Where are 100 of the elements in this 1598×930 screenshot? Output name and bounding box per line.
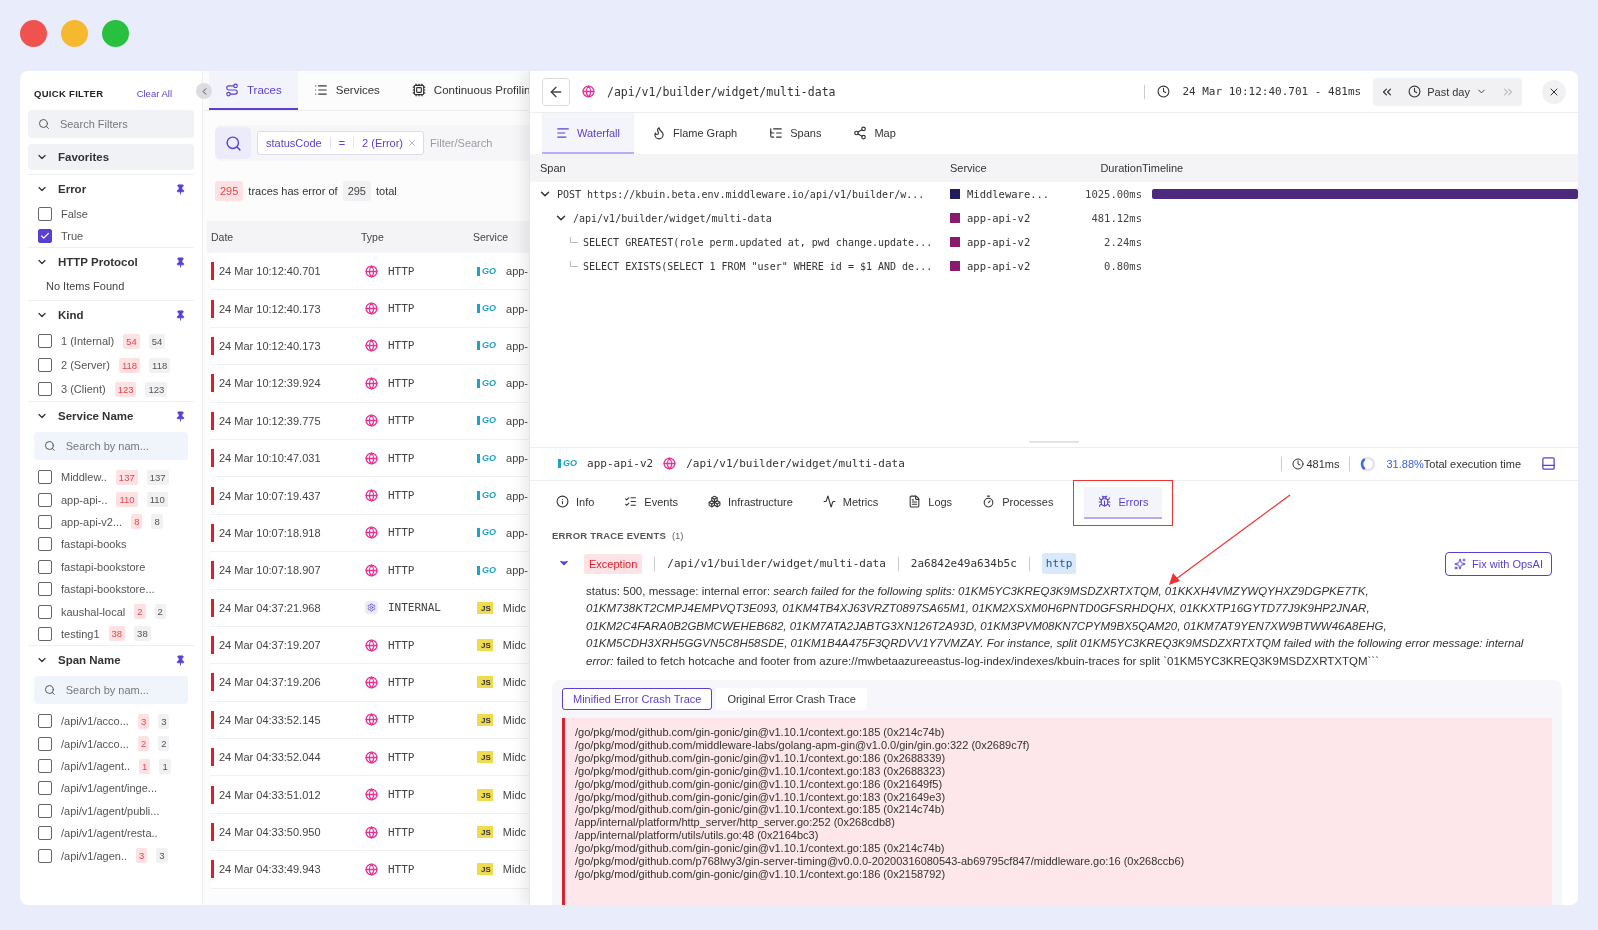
table-cell: HTTP <box>388 563 415 577</box>
checkbox[interactable] <box>38 382 52 396</box>
checkbox[interactable] <box>38 537 52 552</box>
tab[interactable]: Minified Error Crash Trace <box>562 688 713 710</box>
close-window-button[interactable] <box>20 20 47 47</box>
traces-icon <box>225 82 239 97</box>
checkbox[interactable] <box>38 604 52 619</box>
table-cell: Midc <box>502 676 527 689</box>
service-logo: GO <box>477 416 496 426</box>
error-message: status: 500, message: internal error: search failed for the following splits: 01KM5YC3KREQ3K9MSDZXRTXTQM, 01KKXH4VMZYWQYHXZ9DGPKE7TK, 01KM738KT2CMPJ4EMPVQT3E093, 01KM4TB4XJ63VRZT0897SA65M1, 01KM2XSXM0H6PNTD0GFSRHDQHX, 01KKXTP16GYTD77J9K9HP2JNAR, 01KM2C4FARA0B2GBMCWEHEB682, 01KM7ATA2JABTG3XN126T2A93D, 01KM3PVM08KN7CPYM9BX5QAM20, 01KM7AT9YEN7XW9BTWW46A8EHG, 01KM5CDH3XRH5GGVN5C8H58SDE, 01KM1B4A475F3QRDVV1Y7VMZAY. For instance, split 01KM5YC3KREQ3K9MSDZXRTXTQM failed with the following error message: internal error: failed to fetch hotcache and footer from azure://mwbetaazureeastus-log-index/indexes/kbuin-traces for split `01KM5YC3KREQ3K9MSDZXRTXTQM``` <box>585 583 1525 669</box>
filter-option-label: /api/v1/agent.. <box>61 760 131 773</box>
search-input[interactable]: Search by nam... <box>65 684 178 697</box>
search-filters-field[interactable]: Search Filters <box>28 110 194 138</box>
span-name[interactable]: SELECT GREATEST(role_perm.updated_at, pwd_change.update... <box>583 236 933 248</box>
checkbox[interactable] <box>38 759 52 774</box>
checkbox[interactable] <box>38 848 52 863</box>
span-name[interactable]: POST https://kbuin.beta.env.middleware.io/api/v1/builder/w... <box>557 188 925 200</box>
tab[interactable]: Events <box>610 486 692 519</box>
tab[interactable]: Traces <box>209 71 298 110</box>
ai-search-button[interactable] <box>215 127 251 159</box>
pin-icon[interactable] <box>175 654 186 666</box>
tab[interactable]: Errors <box>1084 486 1163 519</box>
protocol-tag: http <box>1041 553 1077 574</box>
error-count: 110 <box>116 492 138 508</box>
table-cell: app- <box>506 265 529 278</box>
table-cell: HTTP <box>388 526 415 540</box>
span-duration: 481ms <box>1306 457 1340 470</box>
table-cell: app- <box>506 564 529 577</box>
tab[interactable]: Flame Graph <box>638 113 752 154</box>
cpu-icon <box>411 82 426 97</box>
tab[interactable]: Processes <box>968 486 1068 519</box>
filter-search-field[interactable]: Filter/Search <box>430 137 501 149</box>
checkbox[interactable] <box>38 358 52 372</box>
column-header[interactable]: Type <box>353 231 465 243</box>
table-cell: 24 Mar 04:37:19.206 <box>219 676 321 689</box>
checkbox[interactable] <box>38 514 52 529</box>
table-cell: HTTP <box>388 302 415 316</box>
span-name[interactable]: SELECT EXISTS(SELECT 1 FROM "user" WHERE id = $1 AND de... <box>583 260 933 272</box>
tab[interactable]: Map <box>839 113 910 154</box>
search-icon <box>38 117 50 131</box>
stack-trace-line: /app/internal/platform/http_server/http_server.go:252 (0x268cdb8) <box>575 816 896 830</box>
service-logo: JS <box>477 713 493 726</box>
pin-icon[interactable] <box>175 410 186 422</box>
tab[interactable]: Logs <box>894 486 967 519</box>
table-cell: HTTP <box>388 264 415 278</box>
close-icon <box>407 138 418 148</box>
service-logo: GO <box>558 459 577 468</box>
search-field[interactable]: Search by nam... <box>34 676 188 705</box>
table-cell: Midc <box>502 639 527 652</box>
checkbox[interactable] <box>38 626 52 641</box>
check-icon <box>40 231 50 241</box>
tab[interactable]: Original Error Crash Trace <box>716 688 867 710</box>
service-logo: JS <box>477 639 493 652</box>
panel-icon[interactable] <box>1541 456 1556 471</box>
checkbox[interactable] <box>38 229 52 243</box>
table-cell: 24 Mar 10:07:19.437 <box>219 489 321 502</box>
table-cell: 24 Mar 10:12:39.924 <box>219 377 321 390</box>
event-count: (1) <box>671 530 684 541</box>
checkbox[interactable] <box>38 781 52 796</box>
total-count: 1 <box>159 758 171 774</box>
filter-chip[interactable]: statusCode = 2 (Error) <box>257 131 425 155</box>
checkbox[interactable] <box>38 492 52 507</box>
tab[interactable]: Metrics <box>808 486 893 519</box>
pin-icon[interactable] <box>175 183 186 195</box>
service-name: app-api-v2 <box>967 260 1031 272</box>
checkbox[interactable] <box>38 470 52 485</box>
checkbox[interactable] <box>38 803 52 818</box>
search-field[interactable]: Search by nam... <box>34 432 188 460</box>
stack-trace-line: /go/pkg/mod/github.com/gin-gonic/gin@v1.10.1/context.go:185 (0x214c74b) <box>575 842 946 856</box>
service-logo: GO <box>477 341 496 351</box>
checkbox[interactable] <box>38 559 52 574</box>
search-input[interactable]: Search by nam... <box>65 440 178 452</box>
pin-icon[interactable] <box>175 256 186 268</box>
tab[interactable]: Waterfall <box>542 113 634 154</box>
column-header[interactable]: Service <box>465 231 529 243</box>
checkbox[interactable] <box>38 207 52 221</box>
error-count: 1 <box>139 758 151 774</box>
search-input[interactable]: Search Filters <box>59 118 184 130</box>
tab[interactable]: Spans <box>755 113 836 154</box>
checkbox[interactable] <box>38 826 52 841</box>
filter-option-label: /api/v1/agen.. <box>61 849 128 862</box>
tab[interactable]: Services <box>297 71 396 110</box>
fix-button[interactable]: Fix with OpsAI <box>1445 551 1552 576</box>
column-header[interactable]: Date <box>207 231 353 243</box>
favorites-header[interactable]: Favorites <box>28 144 194 170</box>
span-name[interactable]: /api/v1/builder/widget/multi-data <box>573 212 772 224</box>
checkbox[interactable] <box>38 582 52 597</box>
checkbox[interactable] <box>38 334 52 348</box>
checkbox[interactable] <box>38 736 52 751</box>
tab[interactable]: Info <box>542 486 609 519</box>
empty-message: No Items Found <box>45 279 126 294</box>
pin-icon[interactable] <box>175 309 186 321</box>
table-cell: HTTP <box>388 862 415 876</box>
tab[interactable]: Infrastructure <box>694 486 807 519</box>
globe-icon <box>365 862 378 876</box>
clear-all-link[interactable]: Clear All <box>136 87 172 99</box>
duration: 481.12ms <box>1090 212 1142 224</box>
tab[interactable]: Continuous Profilin <box>395 71 529 110</box>
back-button[interactable] <box>542 77 570 106</box>
checkbox[interactable] <box>38 714 52 729</box>
